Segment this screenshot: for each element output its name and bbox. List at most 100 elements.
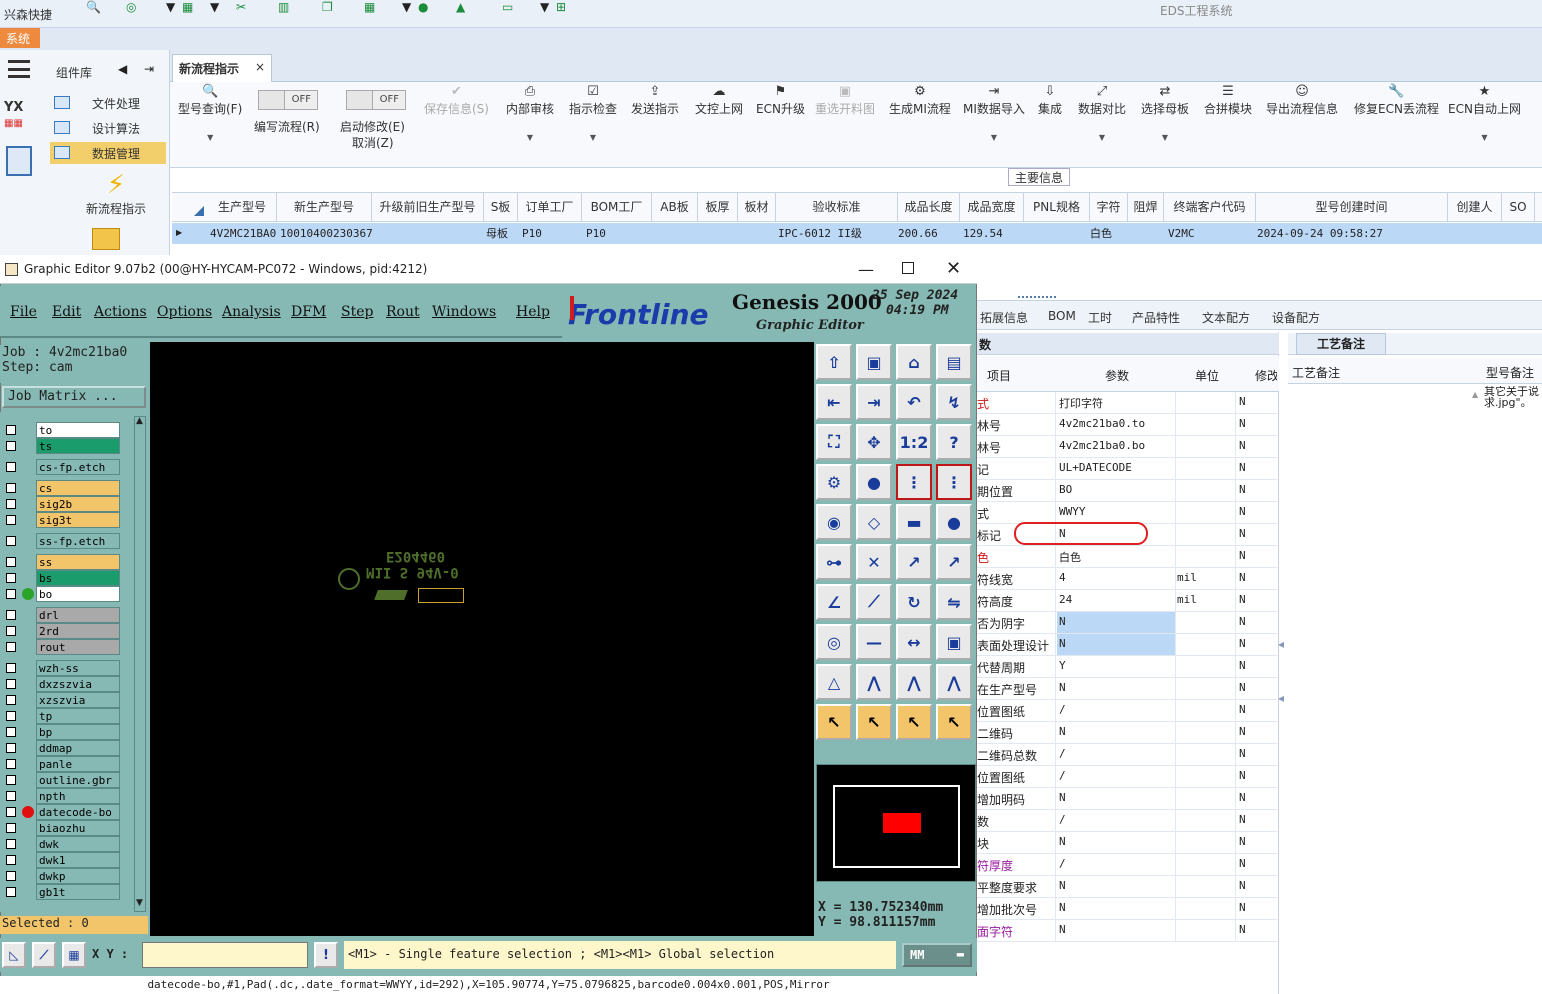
param-row[interactable]: 式 WWYY N (977, 502, 1277, 524)
overview-window[interactable] (816, 764, 976, 882)
layer-checkbox[interactable] (6, 791, 16, 801)
tab-1[interactable]: 拓展信息 (980, 309, 1028, 326)
param-row[interactable]: 平整度要求 N N (977, 876, 1277, 898)
menu-actions[interactable]: Actions (94, 304, 147, 320)
menu-options[interactable]: Options (157, 304, 212, 320)
param-row[interactable]: 林号 4v2mc21ba0.to N (977, 414, 1277, 436)
menu-step[interactable]: Step (341, 304, 373, 320)
undo-icon[interactable]: ↶ (896, 384, 932, 420)
param-row[interactable]: 在生产型号 N N (977, 678, 1277, 700)
pointer4-icon[interactable]: ↖ (936, 704, 972, 740)
node-icon[interactable]: ◎ (816, 624, 852, 660)
layer-row[interactable]: datecode-bo (4, 804, 120, 820)
minus-icon[interactable]: — (856, 624, 892, 660)
column-header[interactable]: 新生产型号 (277, 192, 372, 222)
layer-checkbox[interactable] (6, 807, 16, 817)
column-header[interactable]: BOM工厂 (582, 192, 652, 222)
nav-item-design-algorithm[interactable]: 设计算法 (50, 117, 166, 139)
write-flow-toggle[interactable]: OFF (258, 90, 318, 110)
layer-checkbox[interactable] (6, 483, 16, 493)
column-header[interactable]: 订单工厂 (518, 192, 582, 222)
circle-icon[interactable]: ● (936, 504, 972, 540)
column-header[interactable]: 板厚 (698, 192, 738, 222)
home-up-icon[interactable]: ⇧ (816, 344, 852, 380)
layer-checkbox[interactable] (6, 855, 16, 865)
layer-checkbox[interactable] (6, 679, 16, 689)
nav-item-data-management[interactable]: 数据管理 (50, 142, 166, 164)
param-row[interactable]: 表面处理设计 N N (977, 634, 1277, 656)
layer-checkbox[interactable] (6, 759, 16, 769)
arch3-icon[interactable]: ⋀ (936, 664, 972, 700)
param-row[interactable]: 符高度 24 mil N (977, 590, 1277, 612)
job-matrix-button[interactable]: Job Matrix ... (2, 386, 146, 408)
ribbon-button-5[interactable]: ⇪ 发送指示 (631, 84, 679, 117)
layer-checkbox[interactable] (6, 743, 16, 753)
layer-display-dot[interactable] (22, 806, 34, 818)
scroll-down-icon[interactable]: ▼ (136, 898, 143, 908)
layer-row[interactable]: 2rd (4, 623, 120, 639)
layer-row[interactable]: sig2b (4, 496, 120, 512)
system-tab[interactable]: 系统 (0, 28, 40, 48)
connect-icon[interactable]: ⊶ (816, 544, 852, 580)
layer-checkbox[interactable] (6, 727, 16, 737)
column-header[interactable]: 成品长度 (898, 192, 960, 222)
ribbon-button-15[interactable]: ☺ 导出流程信息 (1266, 84, 1338, 117)
pointer3-icon[interactable]: ↖ (896, 704, 932, 740)
slash-icon[interactable]: ⟋ (856, 584, 892, 620)
open-folder-icon[interactable] (92, 228, 120, 250)
layer-checkbox[interactable] (6, 642, 16, 652)
param-row[interactable]: 记 UL+DATECODE N (977, 458, 1277, 480)
layer-row[interactable]: wzh-ss (4, 660, 120, 676)
layer-row[interactable]: outline.gbr (4, 772, 120, 788)
graphic-canvas[interactable] (150, 342, 814, 936)
ribbon-button-1[interactable]: 🔍 型号查询(F) ▼ (178, 84, 242, 142)
layer-checkbox[interactable] (6, 626, 16, 636)
route2-icon[interactable]: ⋮ (936, 464, 972, 500)
layer-row[interactable]: drl (4, 607, 120, 623)
layer-row[interactable]: ss (4, 554, 120, 570)
ribbon-button-17[interactable]: ★ ECN自动上网 ▼ (1448, 84, 1521, 142)
layer-display-dot[interactable] (22, 588, 34, 600)
triangle-icon[interactable]: △ (816, 664, 852, 700)
layer-checkbox[interactable] (6, 462, 16, 472)
ribbon-button-9[interactable]: ⚙ 生成MI流程 (889, 84, 951, 117)
layer-checkbox[interactable] (6, 871, 16, 881)
alert-icon[interactable]: ! (314, 942, 338, 968)
help-icon[interactable]: ? (936, 424, 972, 460)
grid-icon[interactable]: ▦ (62, 942, 86, 968)
probe-icon[interactable]: ● (856, 464, 892, 500)
menu-analysis[interactable]: Analysis (222, 304, 281, 320)
layer-row[interactable]: rout (4, 639, 120, 655)
column-header[interactable]: 终端客户代码 (1164, 192, 1256, 222)
column-header[interactable]: PNL规格 (1024, 192, 1090, 222)
param-row[interactable]: 位置图纸 / N (977, 700, 1277, 722)
layer-row[interactable]: xzszvia (4, 692, 120, 708)
user-icon[interactable]: ● (418, 0, 428, 14)
settings-icon[interactable]: ⚙ (816, 464, 852, 500)
layer-checkbox[interactable] (6, 663, 16, 673)
pad-add-icon[interactable]: ◉ (816, 504, 852, 540)
column-header[interactable]: AB板 (652, 192, 698, 222)
ribbon-button-12[interactable]: ⤢ 数据对比 ▼ (1078, 84, 1126, 142)
param-row[interactable]: 二维码 N N (977, 722, 1277, 744)
menu-rout[interactable]: Rout (386, 304, 420, 320)
arch2-icon[interactable]: ⋀ (896, 664, 932, 700)
column-header[interactable]: 板材 (738, 192, 776, 222)
layer-row[interactable]: dxzszvia (4, 676, 120, 692)
param-row[interactable]: 增加明码 N N (977, 788, 1277, 810)
apps-icon[interactable]: ▦ (364, 0, 375, 14)
splitter-handle[interactable] (1018, 296, 1056, 300)
save-icon[interactable]: ▣ (856, 344, 892, 380)
layer-row[interactable]: bs (4, 570, 120, 586)
minimize-icon[interactable]: — (858, 260, 874, 279)
ribbon-button-3[interactable]: ⎙ 内部审核 ▼ (506, 84, 554, 142)
column-header[interactable]: 型号创建时间 (1256, 192, 1448, 222)
layer-checkbox[interactable] (6, 711, 16, 721)
layer-row[interactable]: npth (4, 788, 120, 804)
search-icon[interactable]: 🔍 (86, 0, 101, 14)
layer-checkbox[interactable] (6, 610, 16, 620)
layer-row[interactable]: cs-fp.etch (4, 459, 120, 475)
lifebuoy-icon[interactable]: ◎ (126, 0, 136, 14)
chevron-down-icon[interactable]: ▼ (1141, 133, 1189, 142)
chart-icon[interactable]: ▲ (456, 0, 465, 14)
